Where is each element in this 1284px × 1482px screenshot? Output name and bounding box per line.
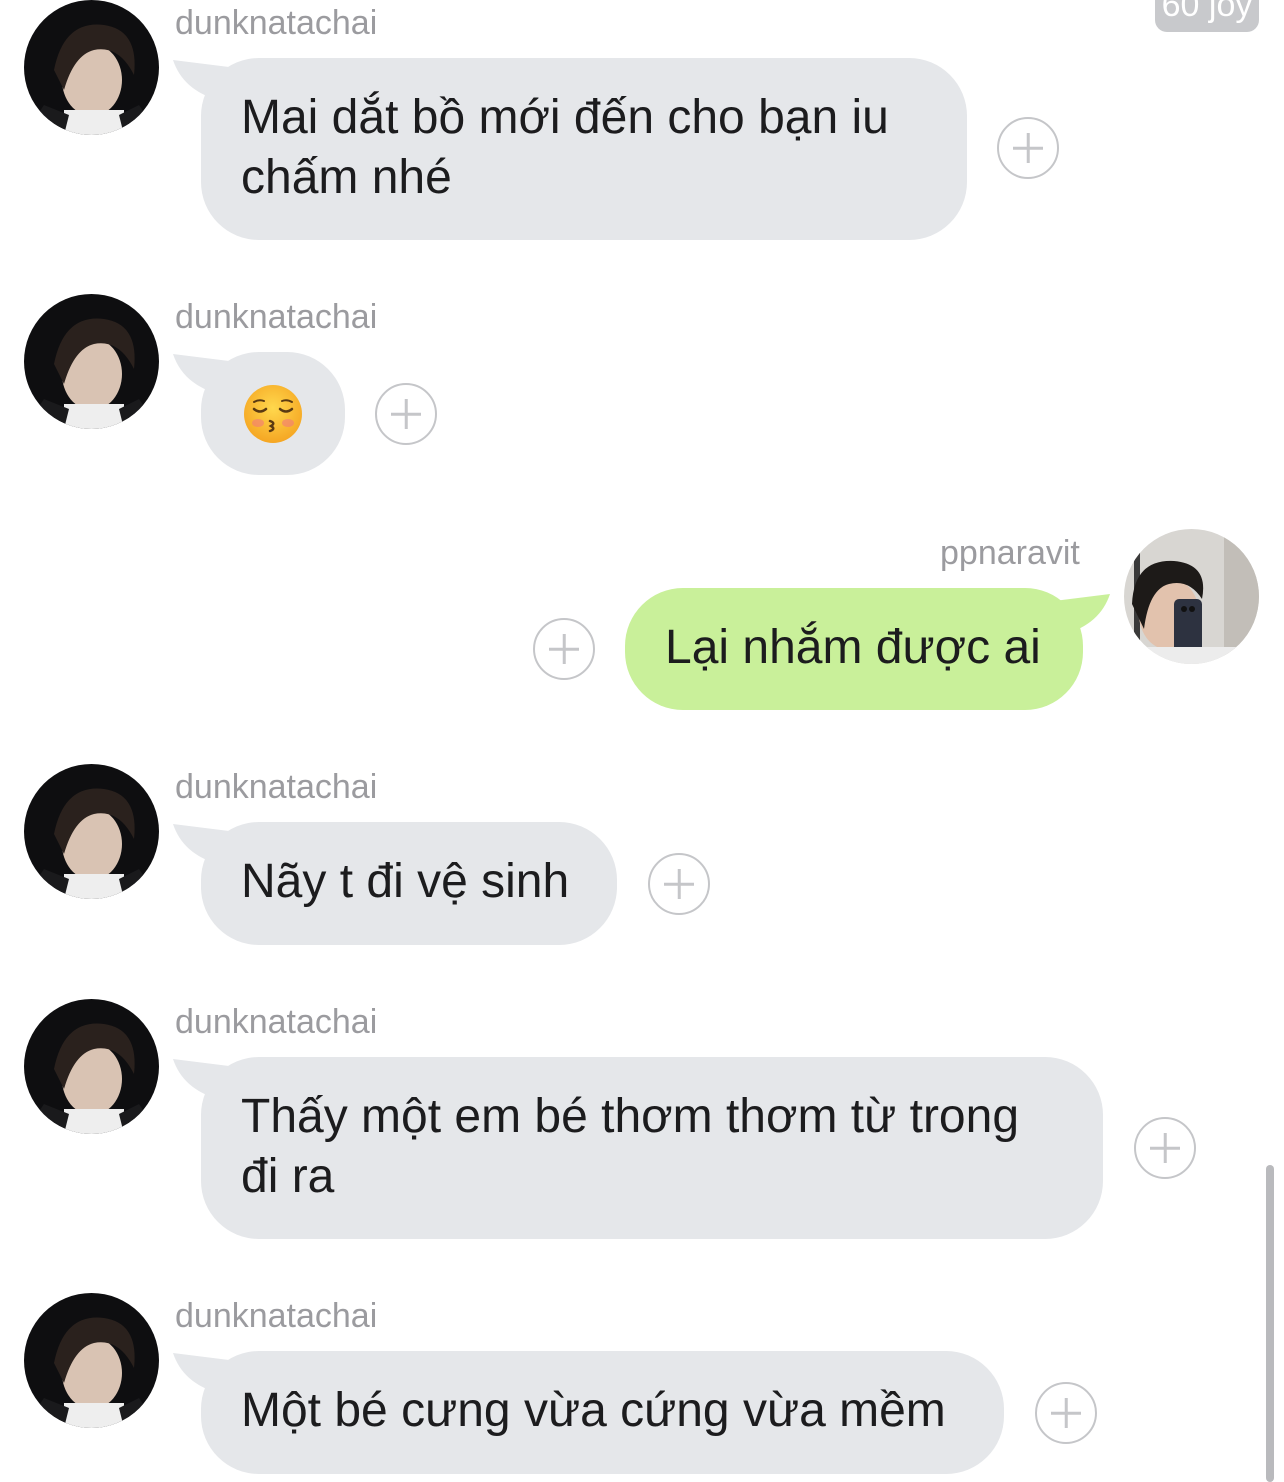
message-bubble[interactable]: Nãy t đi vệ sinh (201, 822, 617, 945)
message-text: Một bé cưng vừa cứng vừa mềm (241, 1384, 946, 1437)
top-badge: 60 joy (1155, 0, 1259, 32)
avatar-photo (1124, 529, 1259, 664)
sender-name: dunknatachai (175, 298, 378, 336)
avatar-photo (24, 999, 159, 1134)
avatar-dunknatachai[interactable] (24, 294, 159, 429)
scrollbar[interactable] (1266, 1165, 1274, 1482)
sender-name: dunknatachai (175, 4, 378, 42)
message-text: Nãy t đi vệ sinh (241, 855, 570, 908)
kissing-face-emoji-icon (244, 385, 302, 443)
message-bubble[interactable]: Một bé cưng vừa cứng vừa mềm (201, 1351, 1004, 1474)
message-text: Lại nhắm được ai (665, 621, 1041, 674)
sender-name: ppnaravit (940, 534, 1080, 572)
sender-name: dunknatachai (175, 768, 378, 806)
add-reaction-icon[interactable] (1035, 1382, 1097, 1444)
add-reaction-icon[interactable] (1134, 1117, 1196, 1179)
avatar-dunknatachai[interactable] (24, 764, 159, 899)
add-reaction-icon[interactable] (533, 618, 595, 680)
message-bubble[interactable]: Lại nhắm được ai (625, 588, 1083, 710)
sender-name: dunknatachai (175, 1003, 378, 1041)
avatar-dunknatachai[interactable] (24, 999, 159, 1134)
avatar-dunknatachai[interactable] (24, 0, 159, 135)
message-text: Mai dắt bồ mới đến cho bạn iu chấm nhé (241, 91, 889, 204)
avatar-photo (24, 294, 159, 429)
avatar-photo (24, 0, 159, 135)
avatar-photo (24, 1293, 159, 1428)
message-bubble[interactable]: Thấy một em bé thơm thơm từ trong đi ra (201, 1057, 1103, 1239)
sender-name: dunknatachai (175, 1297, 378, 1335)
chat-thread[interactable]: 60 joy dunknatachai Mai dắt bồ mới đến c… (0, 0, 1284, 1482)
add-reaction-icon[interactable] (648, 853, 710, 915)
add-reaction-icon[interactable] (375, 383, 437, 445)
avatar-photo (24, 764, 159, 899)
message-text: Thấy một em bé thơm thơm từ trong đi ra (241, 1090, 1020, 1203)
avatar-dunknatachai[interactable] (24, 1293, 159, 1428)
add-reaction-icon[interactable] (997, 117, 1059, 179)
message-bubble[interactable]: Mai dắt bồ mới đến cho bạn iu chấm nhé (201, 58, 967, 240)
avatar-ppnaravit[interactable] (1124, 529, 1259, 664)
message-bubble[interactable] (201, 352, 345, 475)
